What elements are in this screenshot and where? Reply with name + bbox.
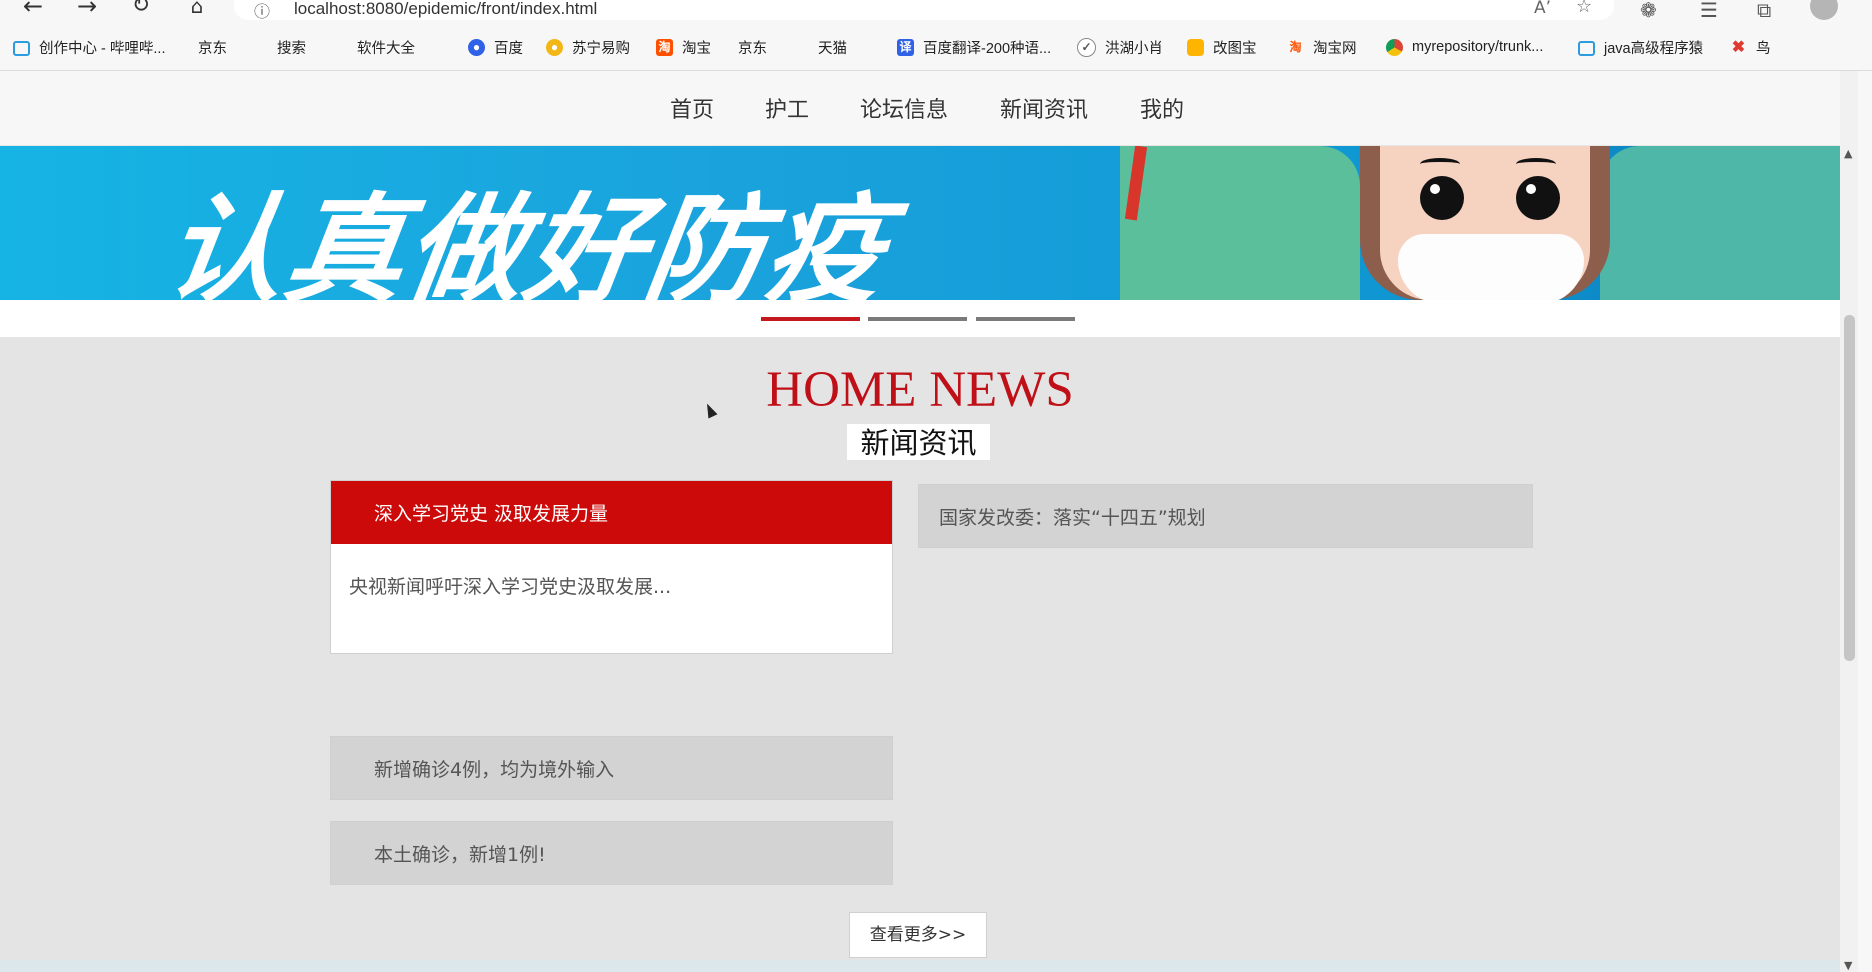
news-item-title[interactable]: 国家发改委：落实“十四五”规划 [939,503,1206,530]
nav-home[interactable]: 首页 [670,92,714,124]
nav-news[interactable]: 新闻资讯 [1000,92,1088,124]
extensions-icon[interactable]: ❁ [1640,0,1657,22]
banner-mask [1398,234,1584,300]
bookmark-item[interactable]: 改图宝 [1187,37,1257,57]
banner-slogan: 认真做好防疫 [156,181,897,300]
bookmark-label: 搜索 [277,40,306,57]
bookmark-label: 京东 [738,40,767,57]
forward-icon[interactable]: → [72,0,102,20]
bookmark-item[interactable]: ✖ 鸟 [1730,37,1771,57]
bottom-edge [0,960,1840,972]
bookmark-item[interactable]: 天猫 [818,37,847,125]
banner-eyebrow [1516,158,1556,170]
banner-eyebrow [1420,158,1460,170]
bookmark-label: 天猫 [818,40,847,57]
news-featured-header[interactable]: 深入学习党史 汲取发展力量 [331,481,892,544]
banner-decoration [1120,146,1360,300]
bookmark-item[interactable]: 译百度翻译-200种语... [897,37,1051,57]
bookmark-item[interactable]: 淘淘宝 [656,37,711,57]
bookmark-item[interactable]: 搜索 [277,37,306,125]
bookmark-item[interactable]: ● 百度 [468,37,523,57]
bookmark-label: myrepository/trunk... [1412,39,1544,55]
bookmark-item[interactable]: ● 苏宁易购 [546,37,630,57]
carousel-dot-2[interactable] [868,317,967,321]
hero-banner[interactable]: 认真做好防疫 [0,146,1840,300]
honghu-icon: ✓ [1077,37,1096,57]
nav-caregiver[interactable]: 护工 [765,92,809,124]
bookmark-label: 淘宝网 [1313,40,1357,57]
bookmark-label: 鸟 [1756,40,1771,57]
url-text[interactable]: localhost:8080/epidemic/front/index.html [294,0,597,19]
bookmark-item[interactable]: java高级程序猿 [1578,37,1703,57]
site-nav: 首页 护工 论坛信息 新闻资讯 我的 [0,71,1840,146]
view-more-button[interactable]: 查看更多>> [849,912,987,958]
bookmark-label: 创作中心 - 哔哩哔... [39,40,166,57]
scroll-up-icon[interactable]: ▲ [1844,147,1852,160]
news-item[interactable]: 新增确诊4例，均为境外输入 [330,736,893,800]
scroll-down-icon[interactable]: ▼ [1844,959,1852,972]
web-page: 首页 护工 论坛信息 新闻资讯 我的 认真做好防疫 HOME NEWS 新闻资讯… [0,71,1840,972]
profile-avatar[interactable] [1810,0,1838,20]
news-featured-summary: 央视新闻呼吁深入学习党史汲取发展... [349,576,672,598]
bookmark-item[interactable]: 京东 [738,37,767,125]
news-item[interactable]: 国家发改委：落实“十四五”规划 [918,484,1533,548]
add-favorite-icon[interactable]: ☆ [1576,0,1592,17]
nav-forum[interactable]: 论坛信息 [860,92,948,124]
address-bar[interactable]: ⓘ localhost:8080/epidemic/front/index.ht… [234,0,1614,22]
section-title-cn: 新闻资讯 [847,424,990,460]
bookmark-label: 百度翻译-200种语... [923,40,1052,57]
bookmark-label: 改图宝 [1213,40,1257,57]
carousel-indicators [0,300,1840,337]
bookmark-label: 洪湖小肖 [1105,40,1163,57]
favorites-icon[interactable]: ☰ [1700,0,1718,22]
bookmark-item[interactable]: 京东 [198,37,227,125]
bilibili-icon [1578,41,1595,56]
reload-icon[interactable]: ↻ [126,0,156,20]
bookmark-label: 京东 [198,40,227,57]
read-aloud-icon[interactable]: A’ [1534,0,1551,18]
back-icon[interactable]: ← [18,0,48,20]
bookmarks-bar: 创作中心 - 哔哩哔... 京东 搜索 软件大全 ● 百度 ● 苏宁易购 淘淘宝 京… [0,24,1872,125]
baidu-paw-icon: ● [468,38,485,56]
nav-mine[interactable]: 我的 [1140,92,1184,124]
news-item-title[interactable]: 本土确诊，新增1例! [374,840,546,867]
taobao-icon: 淘 [656,38,673,56]
bookmark-label: 淘宝 [682,40,711,57]
banner-decoration [1600,146,1840,300]
baidu-translate-icon: 译 [897,38,914,56]
bookmark-label: java高级程序猿 [1604,40,1704,57]
bookmark-label: 苏宁易购 [572,40,630,57]
bookmark-label: 百度 [494,40,523,57]
suning-icon: ● [546,38,563,56]
news-featured-title[interactable]: 深入学习党史 汲取发展力量 [374,499,608,526]
news-item-title[interactable]: 新增确诊4例，均为境外输入 [374,755,614,782]
page-scrollbar[interactable]: ▲ ▼ [1840,71,1858,972]
browser-toolbar: ← → ↻ ⌂ ⓘ localhost:8080/epidemic/front/… [0,0,1872,24]
bilibili-icon [13,41,30,56]
banner-eye [1516,176,1560,220]
info-icon[interactable]: ⓘ [254,0,270,22]
news-featured-card[interactable]: 深入学习党史 汲取发展力量 央视新闻呼吁深入学习党史汲取发展... [330,480,893,654]
bookmark-item[interactable]: myrepository/trunk... [1386,37,1543,57]
scroll-thumb[interactable] [1844,315,1855,661]
bookmark-item[interactable]: 淘淘宝网 [1287,37,1357,57]
bird-icon: ✖ [1731,38,1746,56]
bookmark-item[interactable]: 软件大全 [357,37,415,125]
news-item[interactable]: 本土确诊，新增1例! [330,821,893,885]
section-title-en: HOME NEWS [766,362,1074,418]
bookmark-item[interactable]: 创作中心 - 哔哩哔... [13,37,165,57]
carousel-dot-3[interactable] [976,317,1075,321]
window-edge [1858,71,1872,972]
banner-eye [1420,176,1464,220]
bookmark-item[interactable]: ✓ 洪湖小肖 [1077,37,1163,57]
home-icon[interactable]: ⌂ [182,0,212,20]
taobao-icon: 淘 [1289,39,1302,54]
collections-icon[interactable]: ⧉ [1757,0,1771,22]
chrome-icon [1386,38,1403,56]
gaitubao-icon [1187,38,1204,56]
bookmark-label: 软件大全 [357,40,415,57]
carousel-dot-1[interactable] [761,317,860,321]
